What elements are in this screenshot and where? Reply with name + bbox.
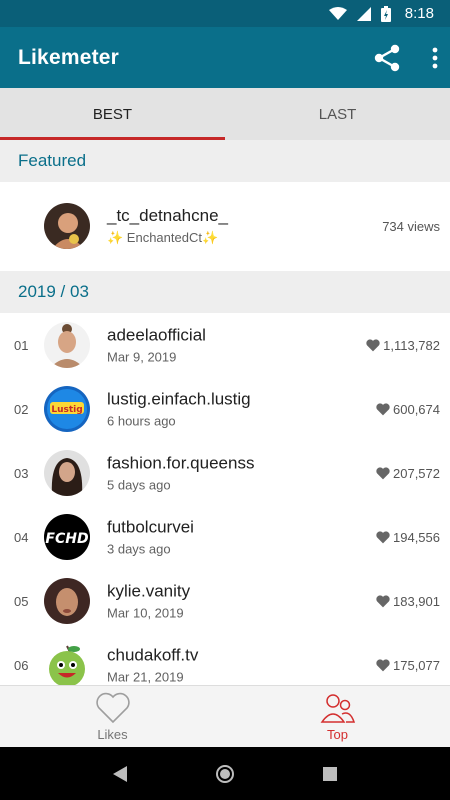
post-date: Mar 10, 2019 — [107, 605, 184, 621]
home-icon[interactable] — [215, 764, 235, 784]
signal-icon — [356, 6, 371, 21]
avatar — [44, 450, 90, 496]
like-count-value: 183,901 — [393, 593, 440, 609]
heart-icon — [376, 594, 390, 607]
list-item-info: chudakoff.tv Mar 21, 2019 — [107, 646, 198, 685]
post-date: 5 days ago — [107, 477, 171, 493]
wifi-icon — [328, 6, 347, 20]
list-item[interactable]: 04 FCHD futbolcurvei 3 days ago 194,556 — [0, 505, 450, 569]
like-count-value: 175,077 — [393, 657, 440, 673]
like-count: 600,674 — [376, 402, 440, 417]
avatar: Lustig — [44, 386, 90, 432]
avatar — [44, 322, 90, 368]
like-count: 175,077 — [376, 658, 440, 673]
username: lustig.einfach.lustig — [107, 389, 251, 409]
like-count-value: 194,556 — [393, 529, 440, 545]
share-icon[interactable] — [372, 43, 402, 73]
rank-number: 06 — [14, 657, 29, 673]
featured-item[interactable]: _tc_detnahcne_ ✨ EnchantedCt✨ 734 views — [0, 182, 450, 271]
post-date: Mar 21, 2019 — [107, 669, 184, 685]
nav-top-label: Top — [327, 726, 348, 742]
like-count-value: 1,113,782 — [383, 337, 440, 353]
like-count: 1,113,782 — [366, 338, 440, 353]
nav-top[interactable]: Top — [225, 686, 450, 747]
featured-username: _tc_detnahcne_ — [107, 206, 228, 225]
system-navigation-bar — [0, 747, 450, 800]
list-item[interactable]: 05 kylie.vanity Mar 10, 2019 183,901 — [0, 569, 450, 633]
featured-views: 734 views — [382, 219, 440, 234]
post-date: Mar 9, 2019 — [107, 349, 177, 365]
list-item[interactable]: 01 adeelaofficial Mar 9, 2019 1,113,782 — [0, 313, 450, 377]
recents-icon[interactable] — [323, 766, 337, 781]
featured-info: _tc_detnahcne_ ✨ EnchantedCt✨ — [107, 206, 228, 246]
heart-icon — [376, 530, 390, 543]
heart-icon — [366, 338, 380, 351]
status-time: 8:18 — [404, 5, 434, 22]
tab-best[interactable]: BEST — [0, 88, 225, 140]
avatar-logo-text: Lustig — [51, 405, 82, 415]
rank-number: 05 — [14, 593, 29, 609]
nav-likes[interactable]: Likes — [0, 686, 225, 747]
avatar — [44, 578, 90, 624]
list-item-info: futbolcurvei 3 days ago — [107, 518, 194, 557]
like-count: 207,572 — [376, 466, 440, 481]
rank-number: 01 — [14, 337, 29, 353]
username: futbolcurvei — [107, 517, 194, 537]
avatar: FCHD — [44, 514, 90, 560]
list-item[interactable]: 03 fashion.for.queenss 5 days ago 207,57… — [0, 441, 450, 505]
list-item-info: fashion.for.queenss 5 days ago — [107, 454, 254, 493]
heart-outline-icon — [95, 692, 130, 723]
avatar-logo-text: FCHD — [45, 531, 88, 547]
avatar — [44, 203, 90, 249]
tab-last[interactable]: LAST — [225, 88, 450, 140]
like-count-value: 600,674 — [393, 401, 440, 417]
list-item-info: kylie.vanity Mar 10, 2019 — [107, 582, 190, 621]
status-bar: 8:18 — [0, 0, 450, 27]
rank-number: 03 — [14, 465, 29, 481]
bottom-navigation: Likes Top — [0, 685, 450, 747]
avatar — [44, 642, 90, 688]
tab-bar: BEST LAST — [0, 88, 450, 140]
like-count-value: 207,572 — [393, 465, 440, 481]
app-bar: Likemeter — [0, 27, 450, 88]
username: fashion.for.queenss — [107, 453, 255, 473]
post-date: 6 hours ago — [107, 413, 176, 429]
username: adeelaofficial — [107, 325, 206, 345]
post-date: 3 days ago — [107, 541, 171, 557]
app-title: Likemeter — [18, 45, 120, 69]
rank-number: 02 — [14, 401, 29, 417]
list-item[interactable]: 02 Lustig lustig.einfach.lustig 6 hours … — [0, 377, 450, 441]
username: kylie.vanity — [107, 581, 191, 601]
featured-subtitle: ✨ EnchantedCt✨ — [107, 230, 219, 245]
people-icon — [320, 693, 355, 723]
like-count: 194,556 — [376, 530, 440, 545]
list-item-info: adeelaofficial Mar 9, 2019 — [107, 326, 206, 365]
heart-icon — [376, 466, 390, 479]
overflow-menu-icon[interactable] — [432, 47, 438, 69]
battery-icon — [380, 5, 391, 22]
list-item-info: lustig.einfach.lustig 6 hours ago — [107, 390, 251, 429]
heart-icon — [376, 402, 390, 415]
month-header: 2019 / 03 — [0, 271, 450, 313]
heart-icon — [376, 658, 390, 671]
rank-number: 04 — [14, 529, 29, 545]
like-count: 183,901 — [376, 594, 440, 609]
username: chudakoff.tv — [107, 645, 199, 665]
nav-likes-label: Likes — [97, 726, 128, 742]
back-icon[interactable] — [113, 765, 127, 782]
featured-header: Featured — [0, 140, 450, 182]
